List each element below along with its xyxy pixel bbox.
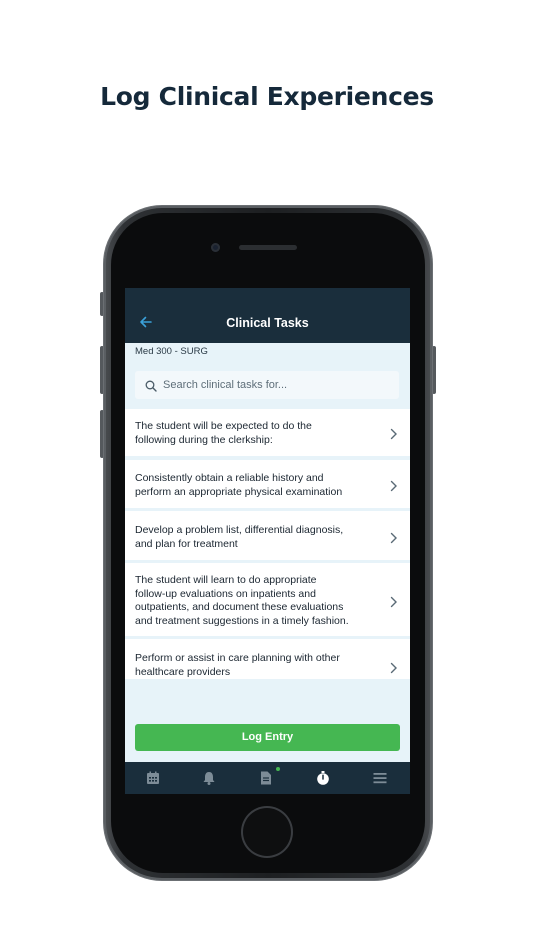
page-headline: Log Clinical Experiences	[100, 82, 434, 111]
task-item[interactable]: The student will learn to do appropriate…	[125, 563, 410, 639]
search-placeholder: Search clinical tasks for...	[163, 379, 288, 391]
stopwatch-icon[interactable]	[315, 770, 331, 786]
task-item[interactable]: Develop a problem list, differential dia…	[125, 511, 410, 563]
navigation-bar: Clinical Tasks	[125, 288, 410, 343]
bell-icon[interactable]	[201, 770, 217, 786]
chevron-right-icon	[390, 596, 397, 608]
task-item[interactable]: Consistently obtain a reliable history a…	[125, 460, 410, 511]
document-icon[interactable]	[258, 770, 274, 786]
chevron-right-icon	[390, 428, 397, 440]
screen-title: Clinical Tasks	[226, 316, 309, 330]
task-text: The student will learn to do appropriate…	[135, 574, 349, 627]
task-text: Develop a problem list, differential dia…	[135, 524, 344, 550]
menu-icon[interactable]	[372, 770, 388, 786]
chevron-right-icon	[390, 662, 397, 674]
search-input[interactable]: Search clinical tasks for...	[135, 371, 399, 399]
front-camera	[211, 243, 220, 252]
task-item[interactable]: Perform or assist in care planning with …	[125, 639, 410, 679]
calendar-icon[interactable]	[145, 770, 161, 786]
task-text: The student will be expected to do the fo…	[135, 420, 312, 446]
search-icon	[145, 379, 157, 392]
task-text: Perform or assist in care planning with …	[135, 652, 340, 678]
chevron-right-icon	[390, 532, 397, 544]
course-label: Med 300 - SURG	[135, 346, 208, 357]
tab-bar	[125, 762, 410, 794]
app-screen: Clinical Tasks Med 300 - SURG Search cli…	[125, 288, 410, 794]
chevron-right-icon	[390, 480, 397, 492]
home-button[interactable]	[241, 806, 293, 858]
task-text: Consistently obtain a reliable history a…	[135, 472, 343, 498]
earpiece-speaker	[239, 245, 297, 250]
task-item[interactable]: The student will be expected to do the fo…	[125, 409, 410, 459]
log-entry-button[interactable]: Log Entry	[135, 724, 400, 751]
notification-dot	[276, 767, 280, 771]
phone-power-button	[432, 346, 436, 394]
